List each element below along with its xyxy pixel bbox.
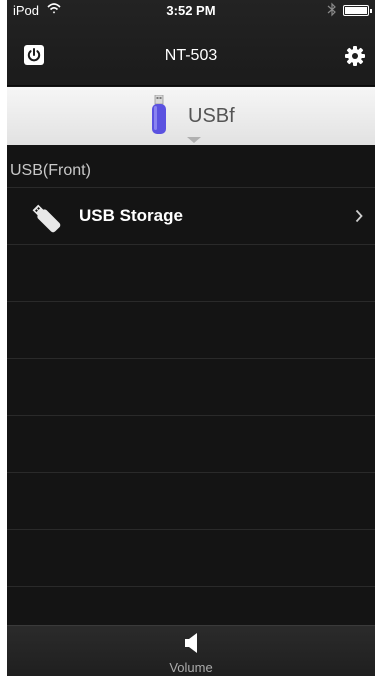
- status-bar: iPod 3:52 PM: [7, 0, 375, 20]
- dropdown-caret-icon: [187, 137, 201, 143]
- battery-icon: [343, 5, 372, 16]
- nav-bar: NT-503: [7, 30, 375, 86]
- list-item: [7, 530, 375, 587]
- page-title: NT-503: [164, 47, 218, 64]
- usb-stick-icon: [152, 95, 166, 134]
- volume-button[interactable]: Volume: [7, 626, 375, 676]
- top-bar: iPod 3:52 PM NT-503: [7, 0, 375, 86]
- speaker-icon: [185, 633, 197, 653]
- chevron-right-icon: [355, 209, 363, 223]
- list-item: [7, 473, 375, 530]
- browse-list: USB(Front) USB Storage: [7, 145, 375, 644]
- app-screen: iPod 3:52 PM NT-503 USBf USB(Front) USB …: [7, 0, 375, 676]
- status-time: 3:52 PM: [166, 3, 216, 18]
- list-item-label: USB Storage: [79, 206, 183, 225]
- section-header: USB(Front): [7, 145, 375, 188]
- list-item: [7, 245, 375, 302]
- gear-icon[interactable]: [344, 45, 366, 67]
- list-item-usb-storage[interactable]: USB Storage: [7, 188, 375, 245]
- bottom-toolbar: Volume: [7, 625, 375, 676]
- source-label: USBf: [188, 105, 235, 127]
- list-item: [7, 416, 375, 473]
- usb-drive-icon: [32, 204, 61, 233]
- list-item: [7, 359, 375, 416]
- volume-label: Volume: [169, 660, 213, 675]
- list-item: [7, 302, 375, 359]
- bluetooth-icon: [327, 2, 336, 17]
- source-selector[interactable]: USBf: [7, 87, 375, 145]
